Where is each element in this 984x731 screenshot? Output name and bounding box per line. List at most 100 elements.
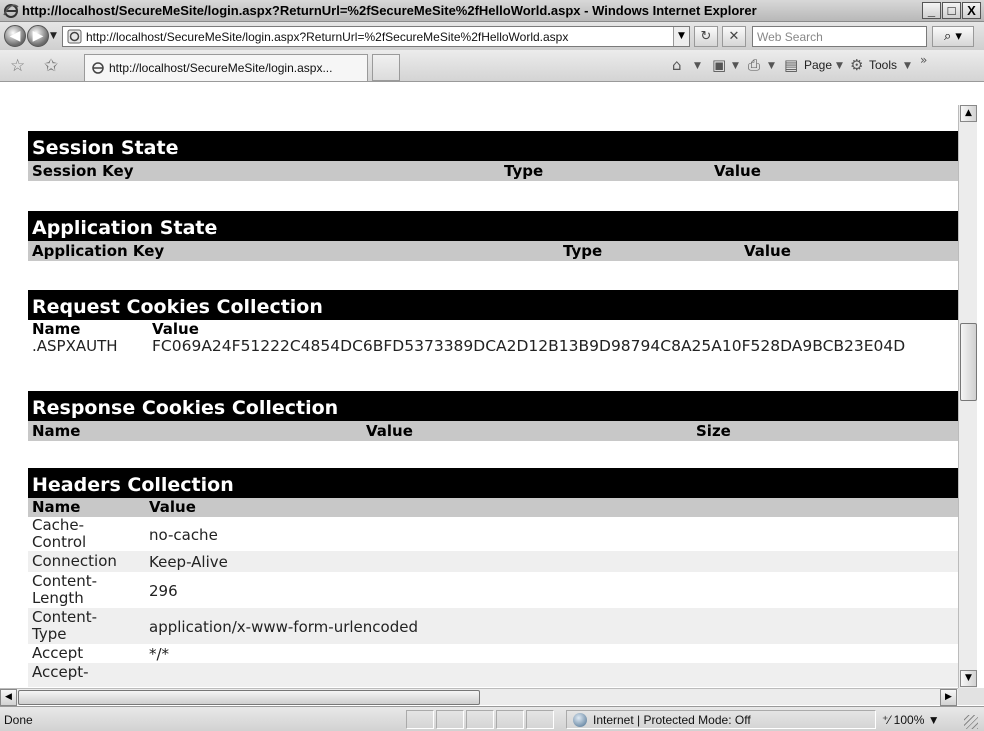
horizontal-scroll-thumb[interactable] (18, 690, 480, 705)
vertical-scroll-thumb[interactable] (960, 323, 977, 401)
minimize-button[interactable]: _ (922, 2, 941, 19)
zoom-icon: ⁺⁄ (882, 713, 894, 727)
forward-button[interactable]: ▶ (27, 25, 49, 47)
header-name: Accept (32, 644, 84, 662)
header-name-line2: Control (32, 533, 87, 551)
scroll-up-icon[interactable]: ▲ (960, 105, 977, 122)
address-dropdown-icon[interactable]: ▼ (673, 27, 689, 46)
window-title: http://localhost/SecureMeSite/login.aspx… (22, 3, 757, 18)
column-name: Name (32, 422, 81, 440)
scroll-left-icon[interactable]: ◀ (0, 689, 17, 706)
tools-gear-icon[interactable]: ⚙ (850, 56, 863, 74)
tools-dropdown-icon[interactable]: ▼ (904, 61, 911, 71)
column-value: Value (149, 498, 196, 516)
table-row: Cache- Control no-cache (28, 517, 958, 551)
scrollbar-corner (958, 688, 984, 705)
search-input[interactable]: Web Search (752, 26, 927, 47)
page-menu[interactable]: Page (804, 58, 832, 72)
application-state-section: Application State Application Key Type V… (28, 211, 958, 261)
header-value: 296 (149, 582, 178, 600)
header-value: Keep-Alive (149, 553, 228, 571)
status-text: Done (4, 713, 33, 727)
zoom-value: 100% (893, 713, 925, 727)
search-button[interactable]: ⌕ ▾ (932, 26, 974, 47)
title-bar: http://localhost/SecureMeSite/login.aspx… (0, 0, 984, 22)
stop-icon: ✕ (728, 29, 740, 44)
header-value: application/x-www-form-urlencoded (149, 618, 418, 636)
page-menu-icon[interactable]: ▤ (784, 56, 798, 74)
maximize-button[interactable]: □ (942, 2, 961, 19)
new-tab-button[interactable] (372, 54, 400, 81)
request-cookies-section: Request Cookies Collection Name Value .A… (28, 290, 958, 356)
header-name-line1: Cache- (32, 516, 85, 534)
header-value: */* (149, 645, 170, 663)
table-row: Accept- (28, 663, 958, 687)
section-title: Response Cookies Collection (28, 391, 958, 421)
address-bar[interactable]: http://localhost/SecureMeSite/login.aspx… (62, 26, 690, 47)
header-name-line2: Type (32, 625, 67, 643)
address-url[interactable]: http://localhost/SecureMeSite/login.aspx… (86, 30, 568, 44)
page-dropdown-icon[interactable]: ▼ (836, 61, 843, 71)
tools-menu[interactable]: Tools (869, 58, 897, 72)
tab-current[interactable]: http://localhost/SecureMeSite/login.aspx… (84, 54, 368, 81)
recent-pages-dropdown-icon[interactable]: ▼ (50, 31, 57, 41)
column-application-key: Application Key (32, 242, 165, 260)
table-row: Connection Keep-Alive (28, 551, 958, 572)
header-name-line1: Accept- (32, 663, 89, 681)
column-headers: Name Value Size (28, 421, 958, 441)
scroll-down-icon[interactable]: ▼ (960, 670, 977, 687)
header-name-line2: Length (32, 589, 84, 607)
favorites-star-icon[interactable]: ☆ (10, 56, 25, 76)
section-title: Application State (28, 211, 958, 241)
chevron-more-icon[interactable]: » (920, 53, 927, 67)
stop-button[interactable]: ✕ (722, 26, 746, 47)
header-value: no-cache (149, 526, 218, 544)
column-headers: Name Value (28, 498, 958, 517)
status-pane (496, 710, 524, 729)
scroll-right-icon[interactable]: ▶ (940, 689, 957, 706)
column-value: Value (714, 162, 761, 180)
feeds-dropdown-icon[interactable]: ▼ (732, 61, 739, 71)
refresh-button[interactable]: ↻ (694, 26, 718, 47)
status-pane (406, 710, 434, 729)
address-toolbar: ◀ ▶ ▼ http://localhost/SecureMeSite/logi… (0, 22, 984, 50)
section-title: Request Cookies Collection (28, 290, 958, 320)
home-icon[interactable]: ⌂ (672, 56, 682, 74)
section-title: Headers Collection (28, 468, 958, 498)
column-headers: Session Key Type Value (28, 161, 958, 181)
print-dropdown-icon[interactable]: ▼ (768, 61, 775, 71)
forward-arrow-icon: ▶ (32, 28, 44, 44)
headers-section: Headers Collection Name Value Cache- Con… (28, 468, 958, 687)
zone-text: Internet | Protected Mode: Off (593, 713, 751, 727)
back-button[interactable]: ◀ (4, 25, 26, 47)
refresh-icon: ↻ (700, 29, 712, 44)
resize-grip-icon[interactable] (964, 715, 978, 729)
globe-icon (573, 713, 587, 727)
vertical-scrollbar[interactable]: ▲ ▼ (958, 105, 977, 688)
cookie-name: .ASPXAUTH (32, 337, 118, 355)
add-favorites-icon[interactable]: ✩ (44, 56, 58, 76)
header-name-line1: Content- (32, 608, 98, 626)
zoom-level[interactable]: ⁺⁄ 100% ▼ (882, 713, 940, 727)
table-row: Content- Type application/x-www-form-url… (28, 608, 958, 644)
column-headers: Application Key Type Value (28, 241, 958, 261)
tab-toolbar: ☆ ✩ http://localhost/SecureMeSite/login.… (0, 50, 984, 82)
column-value: Value (744, 242, 791, 260)
column-type: Type (563, 242, 603, 260)
column-type: Type (504, 162, 544, 180)
response-cookies-section: Response Cookies Collection Name Value S… (28, 391, 958, 441)
session-state-section: Session State Session Key Type Value (28, 131, 958, 181)
search-icon: ⌕ ▾ (944, 29, 962, 44)
security-zone[interactable]: Internet | Protected Mode: Off (566, 710, 876, 729)
column-value: Value (366, 422, 413, 440)
home-dropdown-icon[interactable]: ▼ (694, 61, 701, 71)
table-row: .ASPXAUTH FC069A24F51222C4854DC6BFD53733… (28, 336, 958, 356)
status-pane (466, 710, 494, 729)
close-button[interactable]: X (962, 2, 981, 19)
cookie-value: FC069A24F51222C4854DC6BFD5373389DCA2D12B… (152, 337, 906, 355)
feeds-icon[interactable]: ▣ (712, 56, 726, 74)
column-session-key: Session Key (32, 162, 134, 180)
print-icon[interactable]: ⎙ (748, 56, 760, 74)
column-size: Size (696, 422, 731, 440)
horizontal-scrollbar[interactable]: ◀ ▶ (0, 688, 958, 706)
